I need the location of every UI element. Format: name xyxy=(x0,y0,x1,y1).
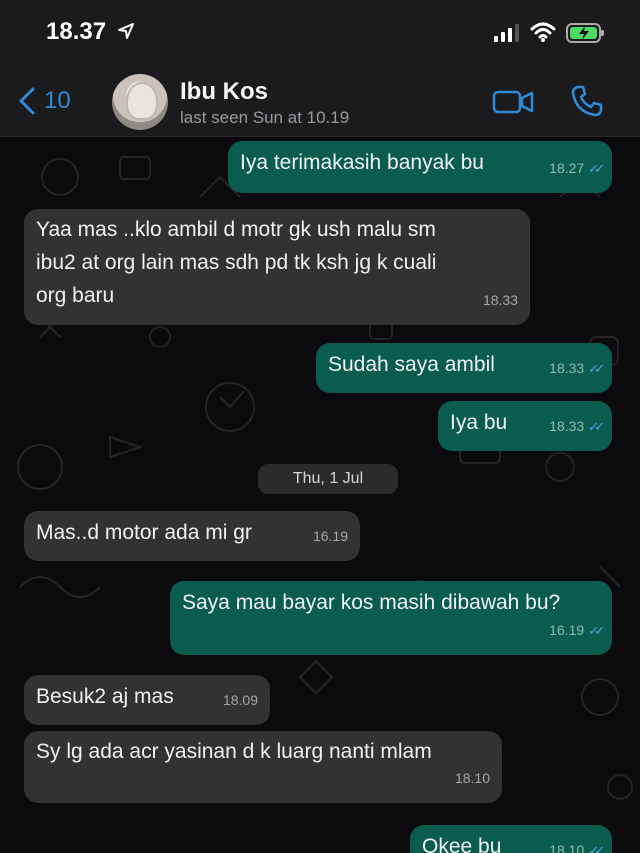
message-meta: 18.33 ✓✓ xyxy=(549,410,605,443)
message-outgoing[interactable]: Iya bu 18.33 ✓✓ xyxy=(438,401,612,451)
message-text: org baru xyxy=(36,284,115,307)
read-ticks-icon: ✓✓ xyxy=(588,419,605,434)
message-text: Iya bu xyxy=(450,411,508,434)
message-meta: 16.19 ✓✓ xyxy=(549,614,605,647)
unread-count: 10 xyxy=(44,87,71,114)
message-time: 18.33 xyxy=(482,292,518,308)
message-time: 16.19 xyxy=(312,528,348,544)
back-button[interactable]: 10 xyxy=(16,86,71,116)
message-time: 18.10 xyxy=(454,770,490,786)
message-outgoing[interactable]: Iya terimakasih banyak bu 18.27 ✓✓ xyxy=(228,141,612,193)
message-time: 18.10 xyxy=(549,842,585,853)
message-meta: 18.33 ✓✓ xyxy=(549,352,605,385)
message-text: Mas..d motor ada mi gr xyxy=(36,521,252,544)
chevron-left-icon xyxy=(19,87,35,115)
read-ticks-icon: ✓✓ xyxy=(588,161,605,176)
message-time: 18.33 xyxy=(549,418,585,434)
chat-area[interactable]: Iya terimakasih banyak bu 18.27 ✓✓ Yaa ma… xyxy=(0,137,640,853)
message-time: 16.19 xyxy=(549,622,585,638)
message-text: Saya mau bayar kos masih dibawah bu? xyxy=(182,591,561,614)
message-text: Yaa mas ..klo ambil d motr gk ush malu s… xyxy=(36,218,436,241)
location-arrow-icon xyxy=(118,23,134,39)
avatar[interactable] xyxy=(112,74,168,130)
status-time: 18.37 xyxy=(46,18,107,45)
message-incoming[interactable]: Mas..d motor ada mi gr 16.19 xyxy=(24,511,360,561)
read-ticks-icon: ✓✓ xyxy=(588,361,605,376)
message-text: Sy lg ada acr yasinan d k luarg nanti ml… xyxy=(36,740,432,763)
message-time: 18.33 xyxy=(549,360,585,376)
message-outgoing[interactable]: Sudah saya ambil 18.33 ✓✓ xyxy=(316,343,612,393)
battery-charging-icon xyxy=(566,23,604,43)
last-seen-status: last seen Sun at 10.19 xyxy=(180,108,350,127)
read-ticks-icon: ✓✓ xyxy=(588,623,605,638)
video-call-icon[interactable] xyxy=(492,88,534,116)
message-incoming[interactable]: Yaa mas ..klo ambil d motr gk ush malu s… xyxy=(24,209,530,325)
message-outgoing[interactable]: Okee bu 18.10 ✓✓ xyxy=(410,825,612,853)
chat-header: 10 Ibu Kos last seen Sun at 10.19 xyxy=(0,68,640,137)
phone-call-icon[interactable] xyxy=(570,84,604,118)
message-incoming[interactable]: Sy lg ada acr yasinan d k luarg nanti ml… xyxy=(24,731,502,803)
date-separator: Thu, 1 Jul xyxy=(258,464,398,494)
wifi-icon xyxy=(530,22,556,42)
status-bar: 18.37 xyxy=(0,0,640,68)
message-meta: 18.27 ✓✓ xyxy=(549,152,605,185)
message-time: 18.09 xyxy=(222,692,258,708)
message-incoming[interactable]: Besuk2 aj mas 18.09 xyxy=(24,675,270,725)
message-outgoing[interactable]: Saya mau bayar kos masih dibawah bu? 16.… xyxy=(170,581,612,655)
message-time: 18.27 xyxy=(549,160,585,176)
message-meta: 18.10 ✓✓ xyxy=(549,834,605,853)
message-text: ibu2 at org lain mas sdh pd tk ksh jg k … xyxy=(36,251,437,274)
message-text: Iya terimakasih banyak bu xyxy=(240,151,484,174)
contact-name[interactable]: Ibu Kos xyxy=(180,78,268,106)
read-ticks-icon: ✓✓ xyxy=(588,843,605,853)
message-text: Sudah saya ambil xyxy=(328,353,495,376)
message-text: Okee bu xyxy=(422,835,502,853)
message-text: Besuk2 aj mas xyxy=(36,685,174,708)
cellular-signal-icon xyxy=(494,24,519,42)
